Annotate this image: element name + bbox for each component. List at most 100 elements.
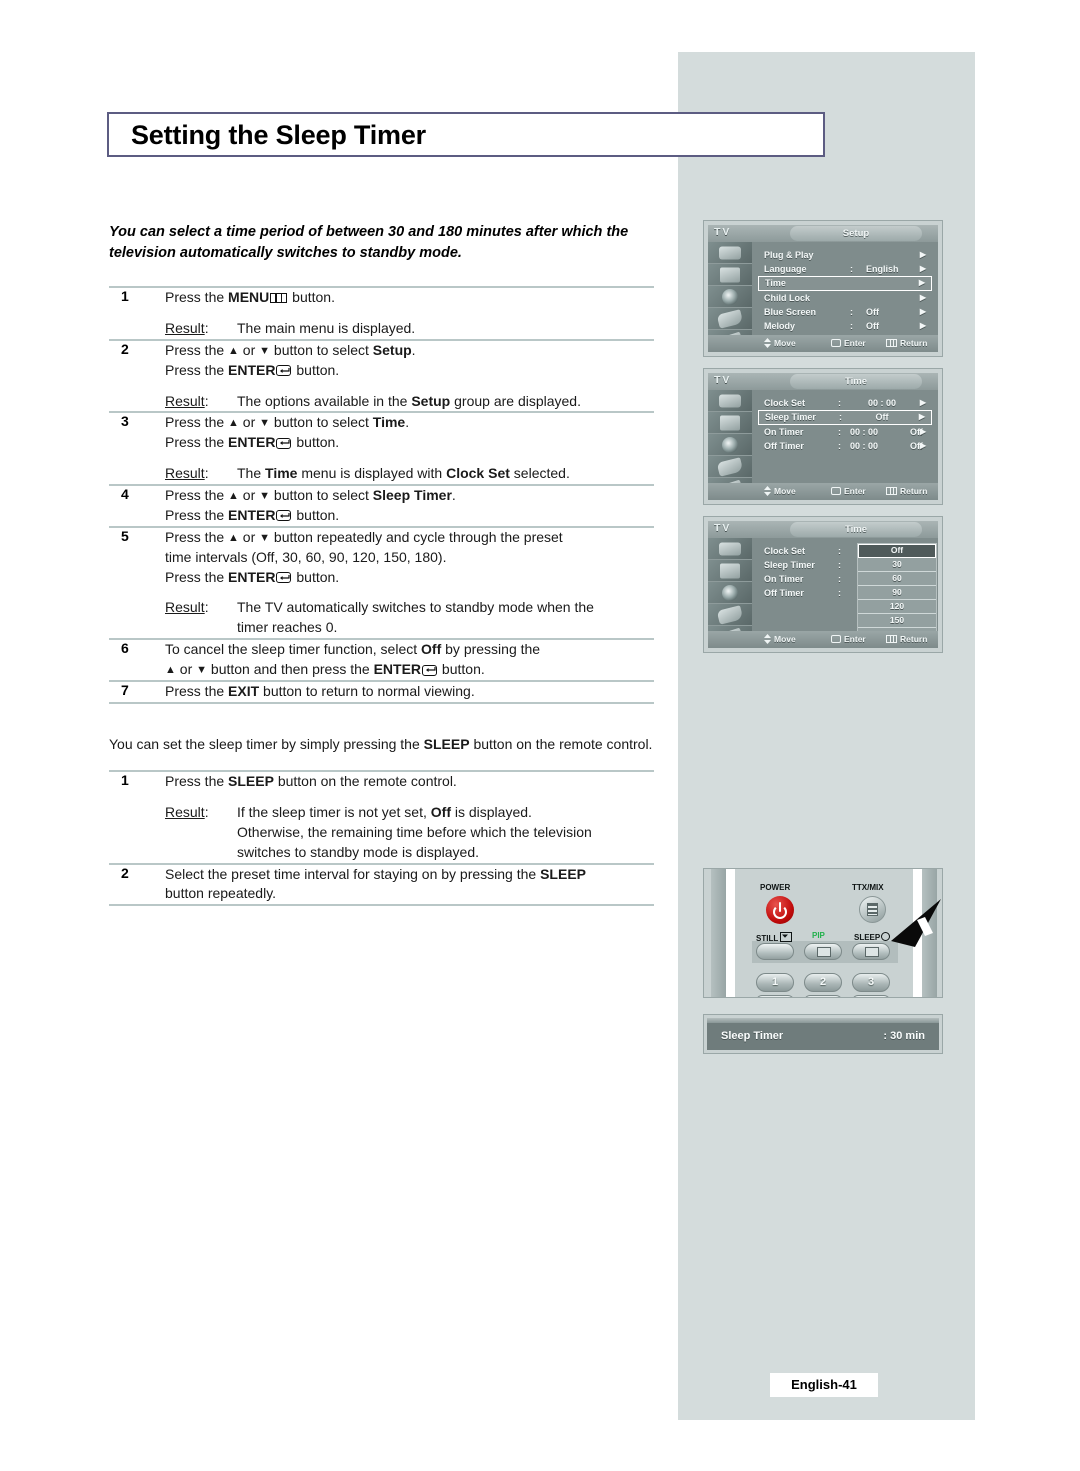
dropdown-option-60[interactable]: 60 [858,572,936,586]
ttxmix-button[interactable] [859,896,886,923]
osd-row-value: 00 : 00 [867,398,897,408]
osd-title-pill: Setup [790,226,922,241]
osd-row-colon: : [838,546,841,556]
osd-row-value: Off [866,307,879,317]
table-row: 7 Press the EXIT button to return to nor… [109,682,654,702]
number-4-button[interactable] [756,995,794,997]
step-number: 1 [121,288,129,305]
arrow-up-icon: ▲ [228,344,239,357]
osd-row-value: Off [866,321,879,331]
text-fragment: Press the [165,568,229,585]
still-button[interactable] [756,943,794,960]
osd-row-value: 00 : 00 [850,427,879,437]
osd-row-language[interactable]: Language : English ▶ [758,262,932,276]
osd-row-child-lock[interactable]: Child Lock ▶ [758,291,932,305]
osd-title-pill: Time [790,374,922,389]
menu-name: Setup [372,341,412,358]
menu-name: Sleep Timer [372,487,452,504]
key-label: MENU [228,289,270,306]
text-fragment: Press the [165,341,229,358]
pointer-arrow-icon [885,897,942,960]
osd-move-hint: Move [764,484,796,499]
power-button[interactable] [766,896,794,924]
table-row: 2 Select the preset time interval for st… [109,865,654,905]
text-fragment: . [405,414,410,431]
osd-row-clock-set[interactable]: Clock Set : 00 : 00 ▶ [758,396,932,410]
text-fragment: button to select [270,341,373,358]
key-label: SLEEP [423,735,470,752]
dropdown-option-120[interactable]: 120 [858,600,936,614]
osd-row-plug-play[interactable]: Plug & Play ▶ [758,248,932,262]
number-5-button[interactable] [804,995,842,997]
osd-row-label: Sleep Timer [764,560,815,570]
key-label: ENTER [228,568,276,585]
sleep-timer-dropdown-list[interactable]: Off 30 60 90 120 150 180 [857,543,937,642]
text-fragment: Press the [165,773,229,790]
step-instruction-2: Press the ENTER button. [165,361,654,381]
text-fragment: or [175,661,197,678]
text-fragment: Press the [165,487,229,504]
dropdown-option-off[interactable]: Off [858,544,936,558]
osd-row-blue-screen[interactable]: Blue Screen : Off ▶ [758,305,932,319]
osd-row-sleep-timer[interactable]: Sleep Timer : Off ▶ [758,410,932,425]
sleep-button-paragraph: You can set the sleep timer by simply pr… [109,734,654,754]
sleep-timer-osd-label: Sleep Timer [721,1030,784,1042]
menu-icon [270,293,288,304]
result-label-text: Result [165,803,205,820]
osd-row-colon: : [838,574,841,584]
dropdown-option-30[interactable]: 30 [858,558,936,572]
text-fragment: button. [292,361,340,378]
text-fragment: If the sleep timer is not yet set, [237,803,431,820]
text-fragment: is displayed. [450,803,532,820]
chevron-right-icon: ▶ [919,250,926,259]
chevron-right-icon: ▶ [919,293,926,302]
result-label-text: Result [165,392,205,409]
osd-hint-label: Return [900,486,928,496]
text-fragment: button on the remote control. [273,773,457,790]
chevron-right-icon: ▶ [919,321,926,330]
menu-icon [886,338,897,347]
arrow-up-icon: ▲ [228,417,239,430]
osd-move-hint: Move [764,632,796,647]
result-label: Result: [165,465,209,482]
osd-row-off-timer[interactable]: Off Timer : 00 : 00 Off ▶ [758,439,932,453]
result-line: Result: The TV automatically switches to… [165,598,654,638]
osd-row-label: Clock Set [764,398,806,408]
osd-row-colon: : [838,398,841,408]
remote-left-edge [711,869,726,997]
secondary-steps-table: 1 Press the SLEEP button on the remote c… [109,770,654,907]
osd-title: Time [844,376,867,387]
result-text: If the sleep timer is not yet set, Off i… [237,803,592,863]
text-fragment: menu is displayed with [297,465,447,482]
number-6-button[interactable] [852,995,890,997]
dropdown-option-90[interactable]: 90 [858,586,936,600]
step-number: 6 [121,640,129,657]
osd-row-melody[interactable]: Melody : Off ▶ [758,319,932,333]
pip-button[interactable] [804,943,842,960]
still-label: STILL [756,931,793,943]
enter-icon [422,664,438,676]
dropdown-option-150[interactable]: 150 [858,614,936,628]
step-instruction-2: button repeatedly. [165,885,277,902]
text-fragment: . [451,487,456,504]
number-2-button[interactable]: 2 [804,973,842,992]
result-label-text: Result [165,319,205,336]
still-label-text: STILL [756,934,779,943]
osd-move-hint: Move [764,336,796,351]
step-number: 1 [121,772,129,789]
osd-row-on-timer[interactable]: On Timer : 00 : 00 Off ▶ [758,425,932,439]
number-1-button[interactable]: 1 [756,973,794,992]
osd-enter-hint: Enter [831,484,866,499]
updown-arrows-icon [764,337,771,348]
osd-rows-area: Plug & Play ▶ Language : English ▶ Time … [752,242,938,345]
osd-row-time[interactable]: Time ▶ [758,276,932,291]
text-fragment: The options available in the [237,392,412,409]
step-body: Select the preset time interval for stay… [165,865,654,905]
osd-setup-menu: TV Setup Plug & Play ▶ Language : Englis… [703,220,943,357]
key-label: SLEEP [228,773,274,790]
tv-icon [708,264,752,286]
text-fragment: button to select [270,487,373,504]
number-3-button[interactable]: 3 [852,973,890,992]
speaker-icon [708,582,752,604]
table-row: 1 Press the SLEEP button on the remote c… [109,772,654,863]
